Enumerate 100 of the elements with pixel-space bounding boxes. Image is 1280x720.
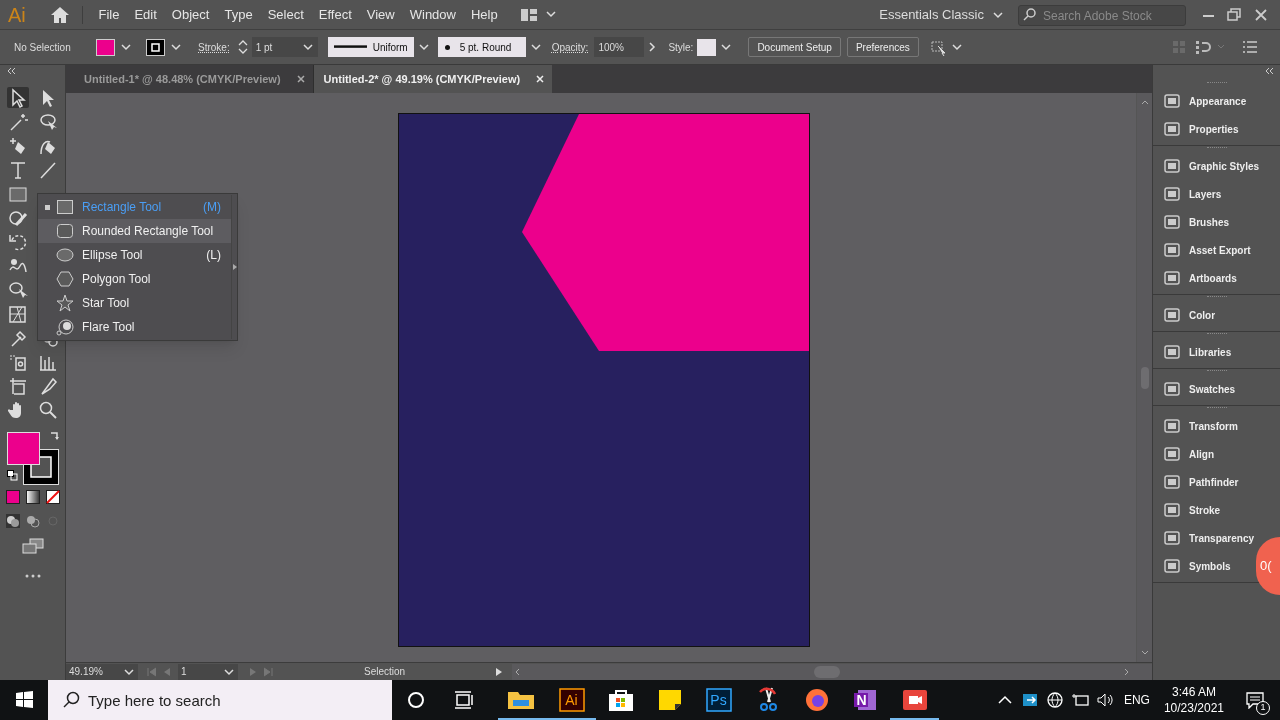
stroke-weight-field[interactable]: 1 pt xyxy=(251,37,318,57)
panel-icon xyxy=(1163,158,1181,174)
dropdown-caret-icon[interactable] xyxy=(170,42,184,52)
dropdown-caret-icon[interactable] xyxy=(529,42,544,52)
home-icon[interactable] xyxy=(50,5,70,24)
fill-swatch[interactable] xyxy=(96,38,115,56)
flyout-menu-item[interactable]: Flare Tool xyxy=(38,315,231,339)
swap-arrow-icon[interactable] xyxy=(48,430,61,442)
stroke-swatch-icon[interactable] xyxy=(146,38,165,56)
taskbar-search-field[interactable]: Type here to search xyxy=(48,680,392,720)
select-behavior-icon[interactable] xyxy=(928,38,963,56)
menu-item[interactable]: Type xyxy=(216,4,261,25)
graphic-style-swatch[interactable] xyxy=(697,38,717,56)
notification-icon[interactable] xyxy=(1245,691,1265,709)
artboard-number-field[interactable]: 1 xyxy=(178,663,238,680)
star-shape-icon xyxy=(56,294,74,312)
fill-color-swatch[interactable] xyxy=(6,432,40,465)
panel-tab[interactable]: Graphic Styles xyxy=(1163,152,1262,180)
menu-item[interactable]: Edit xyxy=(126,4,165,25)
panel-tab[interactable]: Properties xyxy=(1163,115,1241,143)
perspective-grid-icon[interactable] xyxy=(6,303,29,324)
panel-tab[interactable]: Color xyxy=(1163,301,1218,329)
panel-tab[interactable]: Layers xyxy=(1163,180,1224,208)
panel-tab[interactable]: Transparency xyxy=(1163,524,1257,552)
toolbar-button[interactable]: Preferences xyxy=(846,37,919,57)
menu-item[interactable]: File xyxy=(91,4,127,25)
notification-count: 1 xyxy=(1256,701,1270,715)
panel-tab[interactable]: Appearance xyxy=(1163,87,1249,115)
gradient-mode-icon[interactable] xyxy=(25,490,40,504)
show-hidden-icons-icon[interactable] xyxy=(997,695,1012,705)
more-tools-icon[interactable] xyxy=(24,574,41,578)
menu-item[interactable]: Window xyxy=(402,4,464,25)
zoom-field[interactable]: 49.19% xyxy=(66,663,138,680)
panel-tab[interactable]: Libraries xyxy=(1163,338,1234,366)
draw-behind-icon[interactable] xyxy=(25,514,40,528)
flyout-menu-item[interactable]: Polygon Tool xyxy=(38,267,231,291)
stroke-label: Stroke: xyxy=(198,40,230,55)
scroll-thumb[interactable] xyxy=(814,665,840,678)
volume-icon[interactable] xyxy=(1095,691,1116,709)
dropdown-caret-icon xyxy=(301,42,314,52)
panel-tab[interactable]: Symbols xyxy=(1163,552,1233,580)
language-indicator[interactable]: ENG xyxy=(1123,691,1150,709)
status-menu-icon[interactable] xyxy=(494,666,504,677)
default-colors-icon[interactable] xyxy=(6,470,18,481)
toolbar-button[interactable]: Document Setup xyxy=(748,37,841,57)
clock-time[interactable]: 3:46 AM xyxy=(1171,684,1216,700)
horizontal-scrollbar[interactable] xyxy=(512,663,1152,680)
dropdown-caret-icon[interactable] xyxy=(120,42,134,52)
panel-icon xyxy=(1163,93,1181,109)
document-tab[interactable]: Untitled-2* @ 49.19% (CMYK/Preview) xyxy=(313,65,553,93)
panel-tab[interactable]: Stroke xyxy=(1163,496,1223,524)
screen-mode-icon[interactable] xyxy=(21,538,44,554)
panel-icon xyxy=(1163,502,1181,518)
clock-date[interactable]: 10/23/2021 xyxy=(1163,700,1224,716)
menu-item[interactable]: Effect xyxy=(311,4,360,25)
color-mode-icon[interactable] xyxy=(5,490,20,504)
menu-item[interactable]: View xyxy=(359,4,403,25)
menu-icon[interactable] xyxy=(1242,40,1258,54)
collapse-icon[interactable] xyxy=(1264,67,1276,75)
vertical-scrollbar[interactable] xyxy=(1136,93,1152,662)
opacity-field[interactable]: 100% xyxy=(594,37,645,57)
dropdown-caret-icon xyxy=(223,666,235,677)
flyout-menu-item[interactable]: Star Tool xyxy=(38,291,231,315)
network-share-icon[interactable] xyxy=(1021,691,1040,709)
draw-normal-icon[interactable] xyxy=(5,514,20,528)
globe-icon[interactable] xyxy=(1045,691,1064,709)
dropdown-caret-icon[interactable] xyxy=(417,42,432,52)
selection-tool-icon[interactable] xyxy=(6,87,29,108)
menu-item[interactable]: Object xyxy=(164,4,217,25)
ellipse-shape-icon xyxy=(56,246,74,264)
panel-tab[interactable]: Pathfinder xyxy=(1163,468,1241,496)
close-icon[interactable] xyxy=(296,75,305,83)
menu-item[interactable]: Select xyxy=(260,4,312,25)
stock-search-field[interactable]: Search Adobe Stock xyxy=(1018,5,1186,26)
search-icon xyxy=(62,691,80,709)
panel-tab[interactable]: Align xyxy=(1163,440,1216,468)
dropdown-caret-icon xyxy=(992,9,1004,20)
workspace-switcher[interactable]: Essentials Classic xyxy=(879,4,1004,25)
none-mode-icon[interactable] xyxy=(45,490,60,504)
flyout-menu-item[interactable]: Ellipse Tool (L) xyxy=(38,243,231,267)
panel-icon xyxy=(1163,270,1181,286)
panel-icon xyxy=(1163,446,1181,462)
brush-dropdown[interactable]: 5 pt. Round xyxy=(437,37,526,57)
shape-builder-icon[interactable] xyxy=(6,279,29,300)
panel-tab[interactable]: Transform xyxy=(1163,412,1240,440)
panel-icon xyxy=(1163,242,1181,258)
menu-item[interactable]: Help xyxy=(463,4,506,25)
battery-icon[interactable] xyxy=(1069,691,1090,709)
polygon-shape-icon xyxy=(56,270,74,288)
flyout-menu-item[interactable]: Rounded Rectangle Tool xyxy=(38,219,231,243)
stroke-profile-dropdown[interactable]: Uniform xyxy=(327,37,414,57)
panel-icon xyxy=(1163,121,1181,137)
panel-icon xyxy=(1163,214,1181,230)
style-label: Style: xyxy=(668,40,694,55)
panel-tab[interactable]: Swatches xyxy=(1163,375,1238,403)
panel-tab[interactable]: Brushes xyxy=(1163,208,1231,236)
panel-tab[interactable]: Artboards xyxy=(1163,264,1239,292)
collapse-icon[interactable] xyxy=(6,67,18,75)
panel-tab[interactable]: Asset Export xyxy=(1163,236,1253,264)
panel-icon xyxy=(1163,344,1181,360)
